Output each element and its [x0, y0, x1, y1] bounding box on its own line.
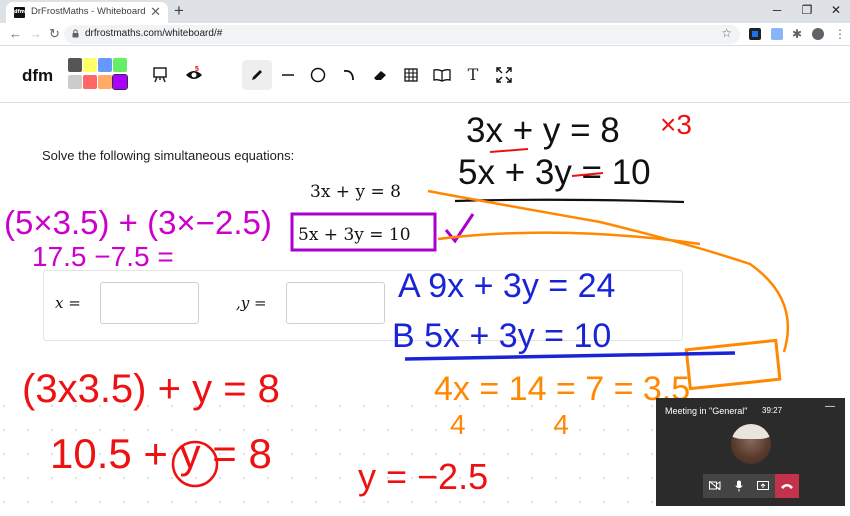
color-swatch[interactable] [83, 58, 97, 72]
profile-avatar-icon[interactable] [812, 28, 824, 40]
window-maximize-button[interactable]: ❐ [797, 2, 817, 18]
answer-x-label: x = [55, 294, 81, 312]
share-screen-icon[interactable] [751, 474, 775, 498]
color-swatch[interactable] [68, 75, 82, 89]
new-tab-button[interactable]: + [174, 2, 184, 20]
viewer-count-badge: 5 [195, 66, 199, 73]
bookmark-star-icon[interactable]: ☆ [721, 26, 732, 40]
pen-tool-icon[interactable] [242, 60, 272, 90]
color-swatch[interactable] [98, 58, 112, 72]
tab-close-icon[interactable]: ✕ [150, 4, 161, 20]
participant-avatar [731, 424, 771, 464]
lock-icon [72, 29, 79, 38]
answer-y-input[interactable] [286, 282, 385, 324]
window-minimize-button[interactable]: ─ [767, 2, 787, 18]
eraser-tool-icon[interactable] [365, 60, 395, 90]
dfm-logo: dfm [22, 66, 54, 85]
meeting-title: Meeting in "General" [665, 406, 748, 416]
answer-panel: x = ,y = [43, 270, 683, 341]
window-close-button[interactable]: ✕ [826, 2, 846, 18]
microphone-icon[interactable] [727, 474, 751, 498]
reload-icon[interactable]: ↻ [49, 26, 60, 42]
book-tool-icon[interactable] [427, 60, 457, 90]
color-swatch[interactable] [98, 75, 112, 89]
equation-1: 3x + y = 8 [310, 182, 401, 202]
call-controls [703, 474, 799, 498]
avatar-hair [731, 424, 771, 439]
meeting-popup[interactable]: Meeting in "General" 39:27 — [656, 398, 845, 506]
color-swatch[interactable] [112, 74, 128, 90]
meeting-timer: 39:27 [762, 406, 783, 415]
grid-tool-icon[interactable] [396, 60, 426, 90]
color-swatch[interactable] [113, 58, 127, 72]
site-favicon-icon: dfm [14, 7, 25, 18]
view-eye-icon[interactable]: 5 [179, 60, 209, 90]
url-text: drfrostmaths.com/whiteboard/# [85, 28, 223, 39]
color-swatch[interactable] [68, 58, 82, 72]
browser-address-bar: ← → ↻ drfrostmaths.com/whiteboard/# ☆ ✱ … [0, 23, 850, 46]
camera-off-icon[interactable] [703, 474, 727, 498]
omnibox[interactable]: drfrostmaths.com/whiteboard/# ☆ [64, 25, 740, 44]
whiteboard-canvas[interactable]: Solve the following simultaneous equatio… [0, 104, 850, 516]
app-toolbar: dfm 5 T [0, 47, 850, 103]
tab-title: DrFrostMaths - Whiteboard [31, 6, 146, 17]
extension-1-icon[interactable] [749, 28, 761, 40]
line-tool-icon[interactable] [273, 60, 303, 90]
hang-up-icon[interactable] [775, 474, 799, 498]
color-swatch[interactable] [83, 75, 97, 89]
answer-y-label: ,y = [236, 294, 267, 312]
question-prompt: Solve the following simultaneous equatio… [42, 148, 295, 163]
back-arrow-icon[interactable]: ← [9, 26, 22, 42]
equation-2: 5x + 3y = 10 [298, 225, 411, 245]
browser-tab[interactable]: dfm DrFrostMaths - Whiteboard ✕ [6, 2, 168, 23]
more-menu-icon[interactable]: ⋮ [834, 28, 846, 40]
arc-tool-icon[interactable] [334, 60, 364, 90]
fullscreen-tool-icon[interactable] [489, 60, 519, 90]
extension-2-icon[interactable] [771, 28, 783, 40]
circle-tool-icon[interactable] [303, 60, 333, 90]
present-screen-icon[interactable] [145, 60, 175, 90]
minimize-icon[interactable]: — [825, 401, 835, 412]
forward-arrow-icon[interactable]: → [29, 26, 42, 42]
text-tool-icon[interactable]: T [458, 60, 488, 90]
answer-x-input[interactable] [100, 282, 199, 324]
puzzle-icon[interactable]: ✱ [792, 28, 804, 40]
browser-tab-bar: dfm DrFrostMaths - Whiteboard ✕ + ─ ❐ ✕ [0, 0, 850, 23]
